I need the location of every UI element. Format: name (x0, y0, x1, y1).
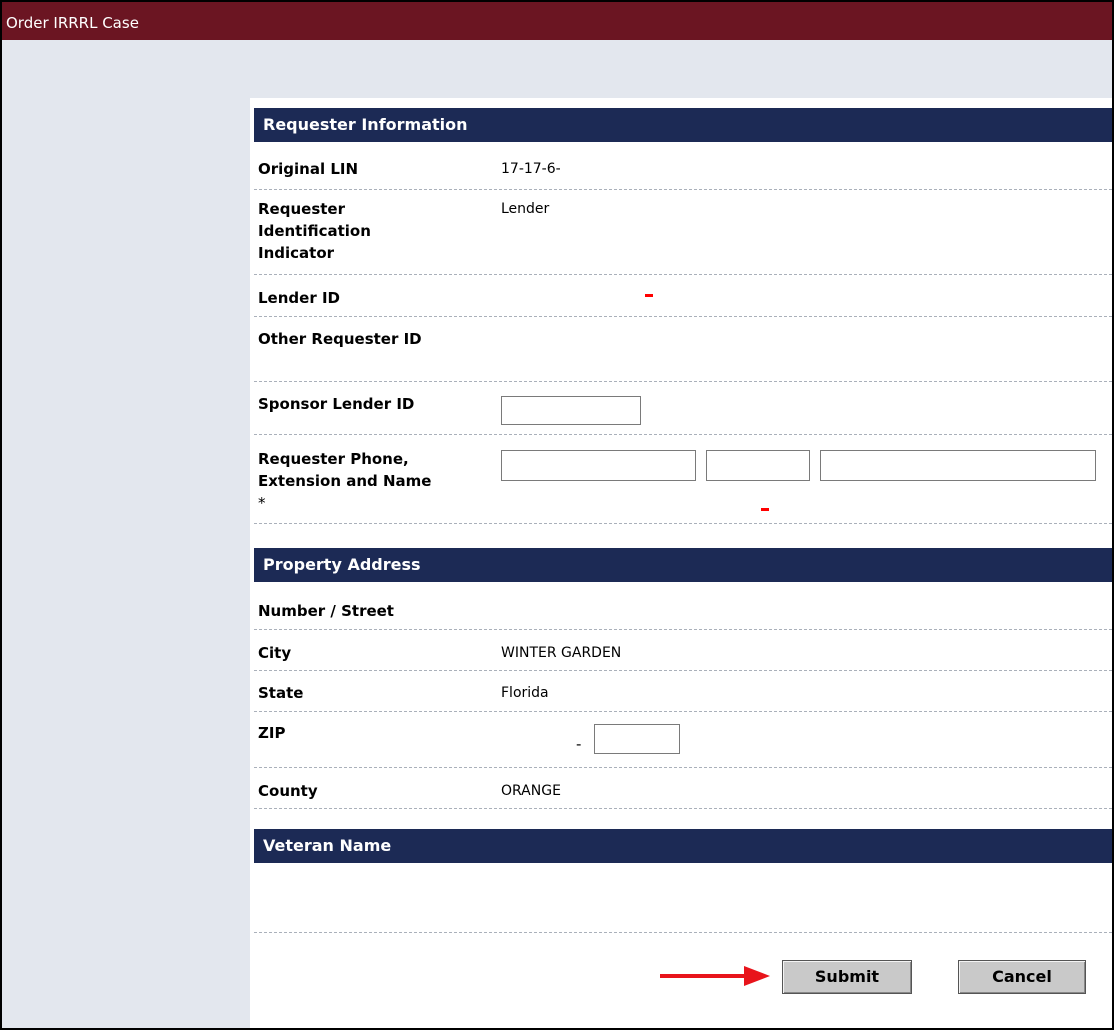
other-requester-id-row: Other Requester ID (254, 328, 1112, 382)
other-requester-id-label: Other Requester ID (258, 330, 422, 348)
requester-indicator-label: Requester Identification Indicator (258, 200, 371, 262)
county-label: County (258, 782, 318, 800)
property-section-header: Property Address (254, 548, 1112, 582)
zip-separator: - (576, 735, 582, 753)
number-street-label: Number / Street (258, 602, 394, 620)
requester-phone-label: Requester Phone, Extension and Name * (258, 448, 438, 514)
lender-id-row: Lender ID (254, 283, 1112, 317)
requester-extension-input[interactable] (706, 450, 810, 481)
requester-indicator-row: Requester Identification Indicator Lende… (254, 198, 1112, 275)
state-row: State Florida (254, 682, 1112, 712)
county-value: ORANGE (501, 783, 561, 799)
cancel-button[interactable]: Cancel (958, 960, 1086, 994)
zip4-input[interactable] (594, 724, 680, 754)
state-value: Florida (501, 685, 549, 701)
requester-indicator-value: Lender (501, 201, 550, 217)
city-label: City (258, 644, 292, 662)
sponsor-lender-id-label: Sponsor Lender ID (258, 395, 415, 413)
window-title: Order IRRRL Case (6, 14, 139, 32)
city-row: City WINTER GARDEN (254, 640, 1112, 671)
requester-phone-row: Requester Phone, Extension and Name * (254, 448, 1112, 524)
number-street-row: Number / Street (254, 598, 1112, 630)
lender-id-label: Lender ID (258, 289, 340, 307)
county-row: County ORANGE (254, 778, 1112, 809)
requester-phone-label-text: Requester Phone, Extension and Name (258, 450, 432, 490)
veteran-name-row (254, 863, 1112, 933)
original-lin-row: Original LIN 17-17-6- (254, 156, 1112, 190)
city-value: WINTER GARDEN (501, 645, 622, 661)
zip-row: ZIP - (254, 722, 1112, 768)
state-label: State (258, 684, 304, 702)
annotation-arrow-head (744, 966, 770, 986)
sponsor-lender-id-row: Sponsor Lender ID (254, 393, 1112, 435)
requester-section-header: Requester Information (254, 108, 1112, 142)
requester-phone-input[interactable] (501, 450, 696, 481)
zip-label: ZIP (258, 724, 286, 742)
order-window: Order IRRRL Case Requester Information O… (0, 0, 1114, 1030)
lender-id-error-marker (645, 294, 653, 297)
sponsor-lender-id-input[interactable] (501, 396, 641, 425)
requester-phone-error-marker (761, 508, 769, 511)
original-lin-label: Original LIN (258, 160, 359, 178)
annotation-arrow-shaft (660, 974, 744, 978)
required-marker: * (258, 494, 266, 512)
requester-name-input[interactable] (820, 450, 1096, 481)
window-titlebar: Order IRRRL Case (2, 2, 1112, 40)
original-lin-value: 17-17-6- (501, 161, 561, 177)
form-panel: Requester Information Original LIN 17-17… (250, 98, 1112, 1028)
veteran-section-header: Veteran Name (254, 829, 1112, 863)
submit-button[interactable]: Submit (782, 960, 912, 994)
